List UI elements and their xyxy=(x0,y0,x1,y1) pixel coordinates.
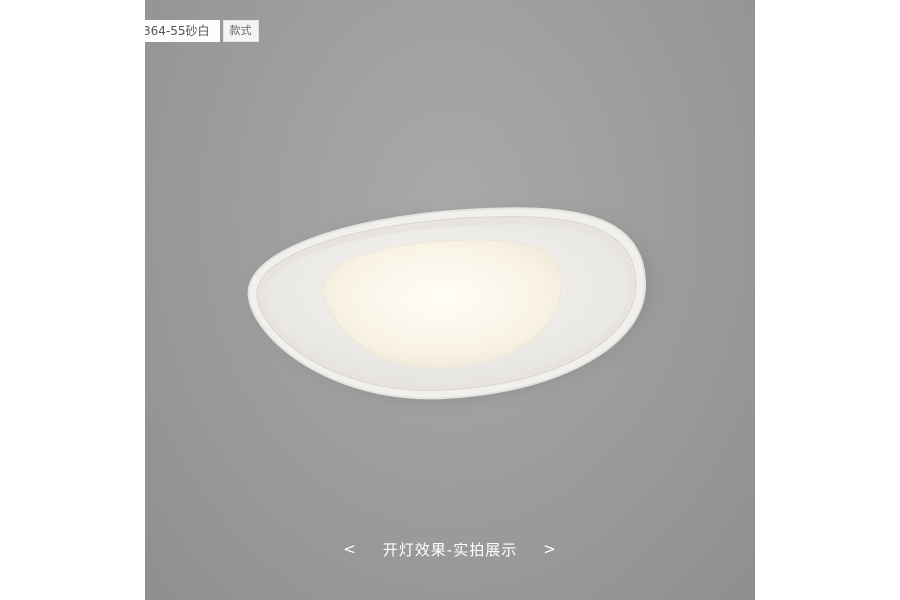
product-photo: 364-55砂白 款式 < 开灯效果-实拍展示 > xyxy=(145,0,755,600)
ceiling-lamp-illustration xyxy=(247,207,655,403)
chevron-right-icon[interactable]: > xyxy=(537,540,563,558)
image-caption-bar: < 开灯效果-实拍展示 > xyxy=(145,538,755,560)
product-image-page: 364-55砂白 款式 < 开灯效果-实拍展示 > xyxy=(0,0,900,600)
chevron-left-icon[interactable]: < xyxy=(337,540,363,558)
caption-text: 开灯效果-实拍展示 xyxy=(382,540,518,559)
